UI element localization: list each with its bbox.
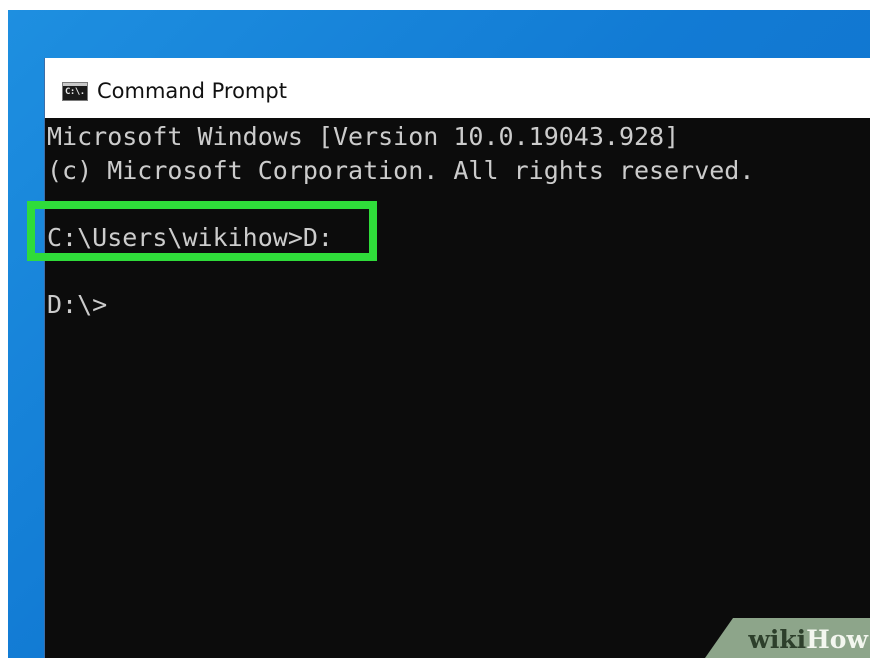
watermark-how: How (806, 625, 868, 654)
console-line-copyright: (c) Microsoft Corporation. All rights re… (47, 156, 755, 185)
console-line-version: Microsoft Windows [Version 10.0.19043.92… (47, 122, 680, 151)
title-bar[interactable]: C:\. Command Prompt (45, 58, 870, 118)
watermark-wiki: wiki (748, 625, 807, 654)
command-highlight-box (27, 201, 377, 261)
watermark-text: wikiHow (748, 624, 868, 656)
window-title: Command Prompt (97, 79, 287, 103)
cmd-icon[interactable]: C:\. (62, 82, 88, 101)
console-output[interactable]: Microsoft Windows [Version 10.0.19043.92… (45, 118, 870, 658)
wikihow-watermark: wikiHow (705, 618, 870, 658)
cmd-icon-glyph: C:\. (65, 87, 85, 97)
cmd-icon-bar (63, 83, 87, 86)
command-prompt-window[interactable]: C:\. Command Prompt Microsoft Windows [V… (44, 58, 870, 658)
console-line-prompt: D:\> (47, 290, 108, 319)
